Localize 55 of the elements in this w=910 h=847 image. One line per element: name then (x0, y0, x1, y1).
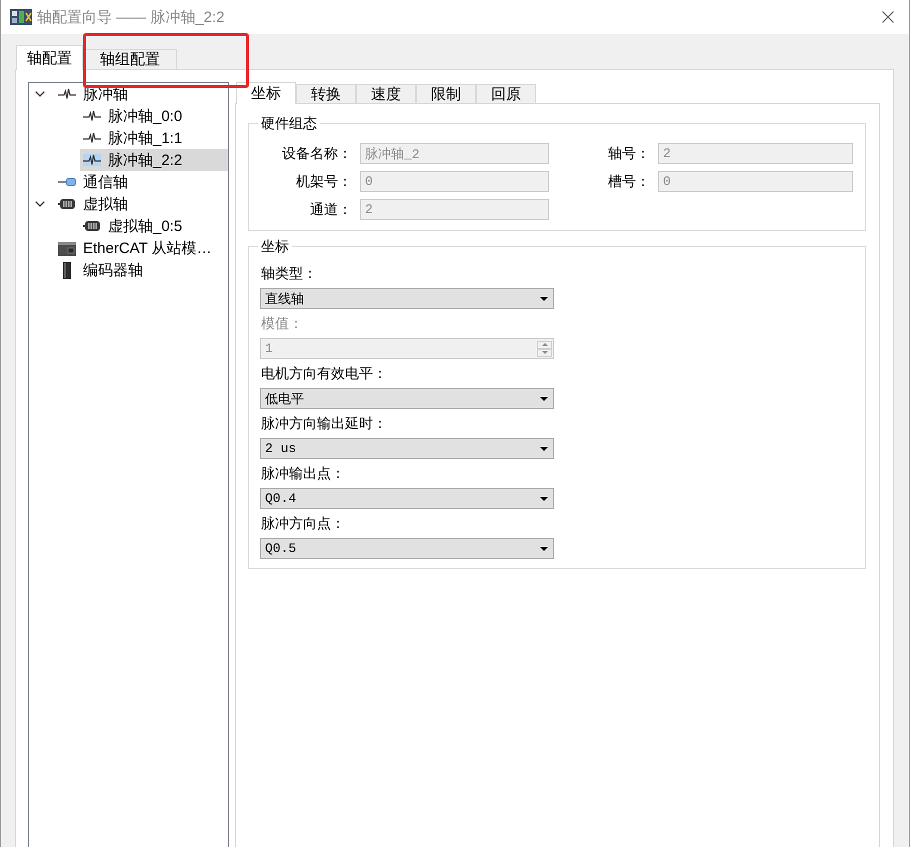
caret-down-icon (540, 296, 548, 300)
dropdown[interactable]: 2 us (260, 438, 554, 459)
dropdown[interactable]: 直线轴 (260, 288, 554, 309)
caret-up-icon (542, 343, 548, 346)
tree-item[interactable]: 虚拟轴 (55, 193, 228, 215)
caret-down-icon (540, 446, 548, 450)
group-title: 坐标 (260, 237, 290, 255)
motor-icon (83, 220, 101, 232)
field-label: 设备名称： (281, 144, 353, 162)
tree-item[interactable]: 脉冲轴_2:2 (80, 149, 228, 171)
caret-down-icon (540, 396, 548, 400)
module-icon (58, 240, 76, 256)
app-icon (10, 9, 32, 25)
tab[interactable]: 轴组配置 (83, 49, 177, 70)
close-icon (882, 11, 894, 23)
connector-icon (58, 178, 76, 186)
tree-item[interactable]: 编码器轴 (55, 259, 228, 281)
dropdown[interactable]: 低电平 (260, 388, 554, 409)
tab[interactable]: 转换 (296, 84, 356, 104)
field-label: 脉冲输出点： (260, 464, 346, 482)
field-label: 轴类型： (260, 264, 318, 282)
pulse-wave-icon (83, 154, 101, 166)
tab[interactable]: 坐标 (236, 82, 296, 104)
caret-down-icon (540, 496, 548, 500)
field-label: 通道： (309, 200, 353, 218)
tab[interactable]: 限制 (416, 84, 476, 104)
field-label: 模值： (260, 314, 304, 332)
tab[interactable]: 回原 (476, 84, 536, 104)
close-button[interactable] (882, 11, 894, 23)
tree-item[interactable]: 通信轴 (55, 171, 228, 193)
caret-down-icon (540, 546, 548, 550)
field-label: 脉冲方向输出延时： (260, 414, 388, 432)
tree-item[interactable]: EtherCAT 从站模… (55, 237, 228, 259)
pulse-wave-icon (83, 132, 101, 144)
dropdown[interactable]: Q0.4 (260, 488, 554, 509)
chevron-down-icon[interactable] (35, 91, 45, 97)
tree-item[interactable]: 脉冲轴_0:0 (80, 105, 228, 127)
field-label: 槽号： (607, 172, 651, 190)
pulse-wave-icon (83, 110, 101, 122)
tab[interactable]: 轴配置 (16, 45, 83, 70)
tab[interactable]: 速度 (356, 84, 416, 104)
motor-icon (58, 198, 76, 210)
tree-item[interactable]: 虚拟轴_0:5 (80, 215, 228, 237)
chevron-down-icon[interactable] (35, 201, 45, 207)
block-device-icon (63, 262, 71, 278)
group-title: 硬件组态 (260, 114, 318, 132)
field-label: 轴号： (607, 144, 651, 162)
pulse-wave-icon (58, 88, 76, 100)
tree-item[interactable]: 脉冲轴_1:1 (80, 127, 228, 149)
field-label: 脉冲方向点： (260, 514, 346, 532)
field-label: 机架号： (295, 172, 353, 190)
dropdown[interactable]: Q0.5 (260, 538, 554, 559)
caret-down-icon (542, 351, 548, 354)
window-title: 轴配置向导 —— 脉冲轴_2:2 (37, 8, 225, 26)
field-label: 电机方向有效电平： (260, 364, 388, 382)
